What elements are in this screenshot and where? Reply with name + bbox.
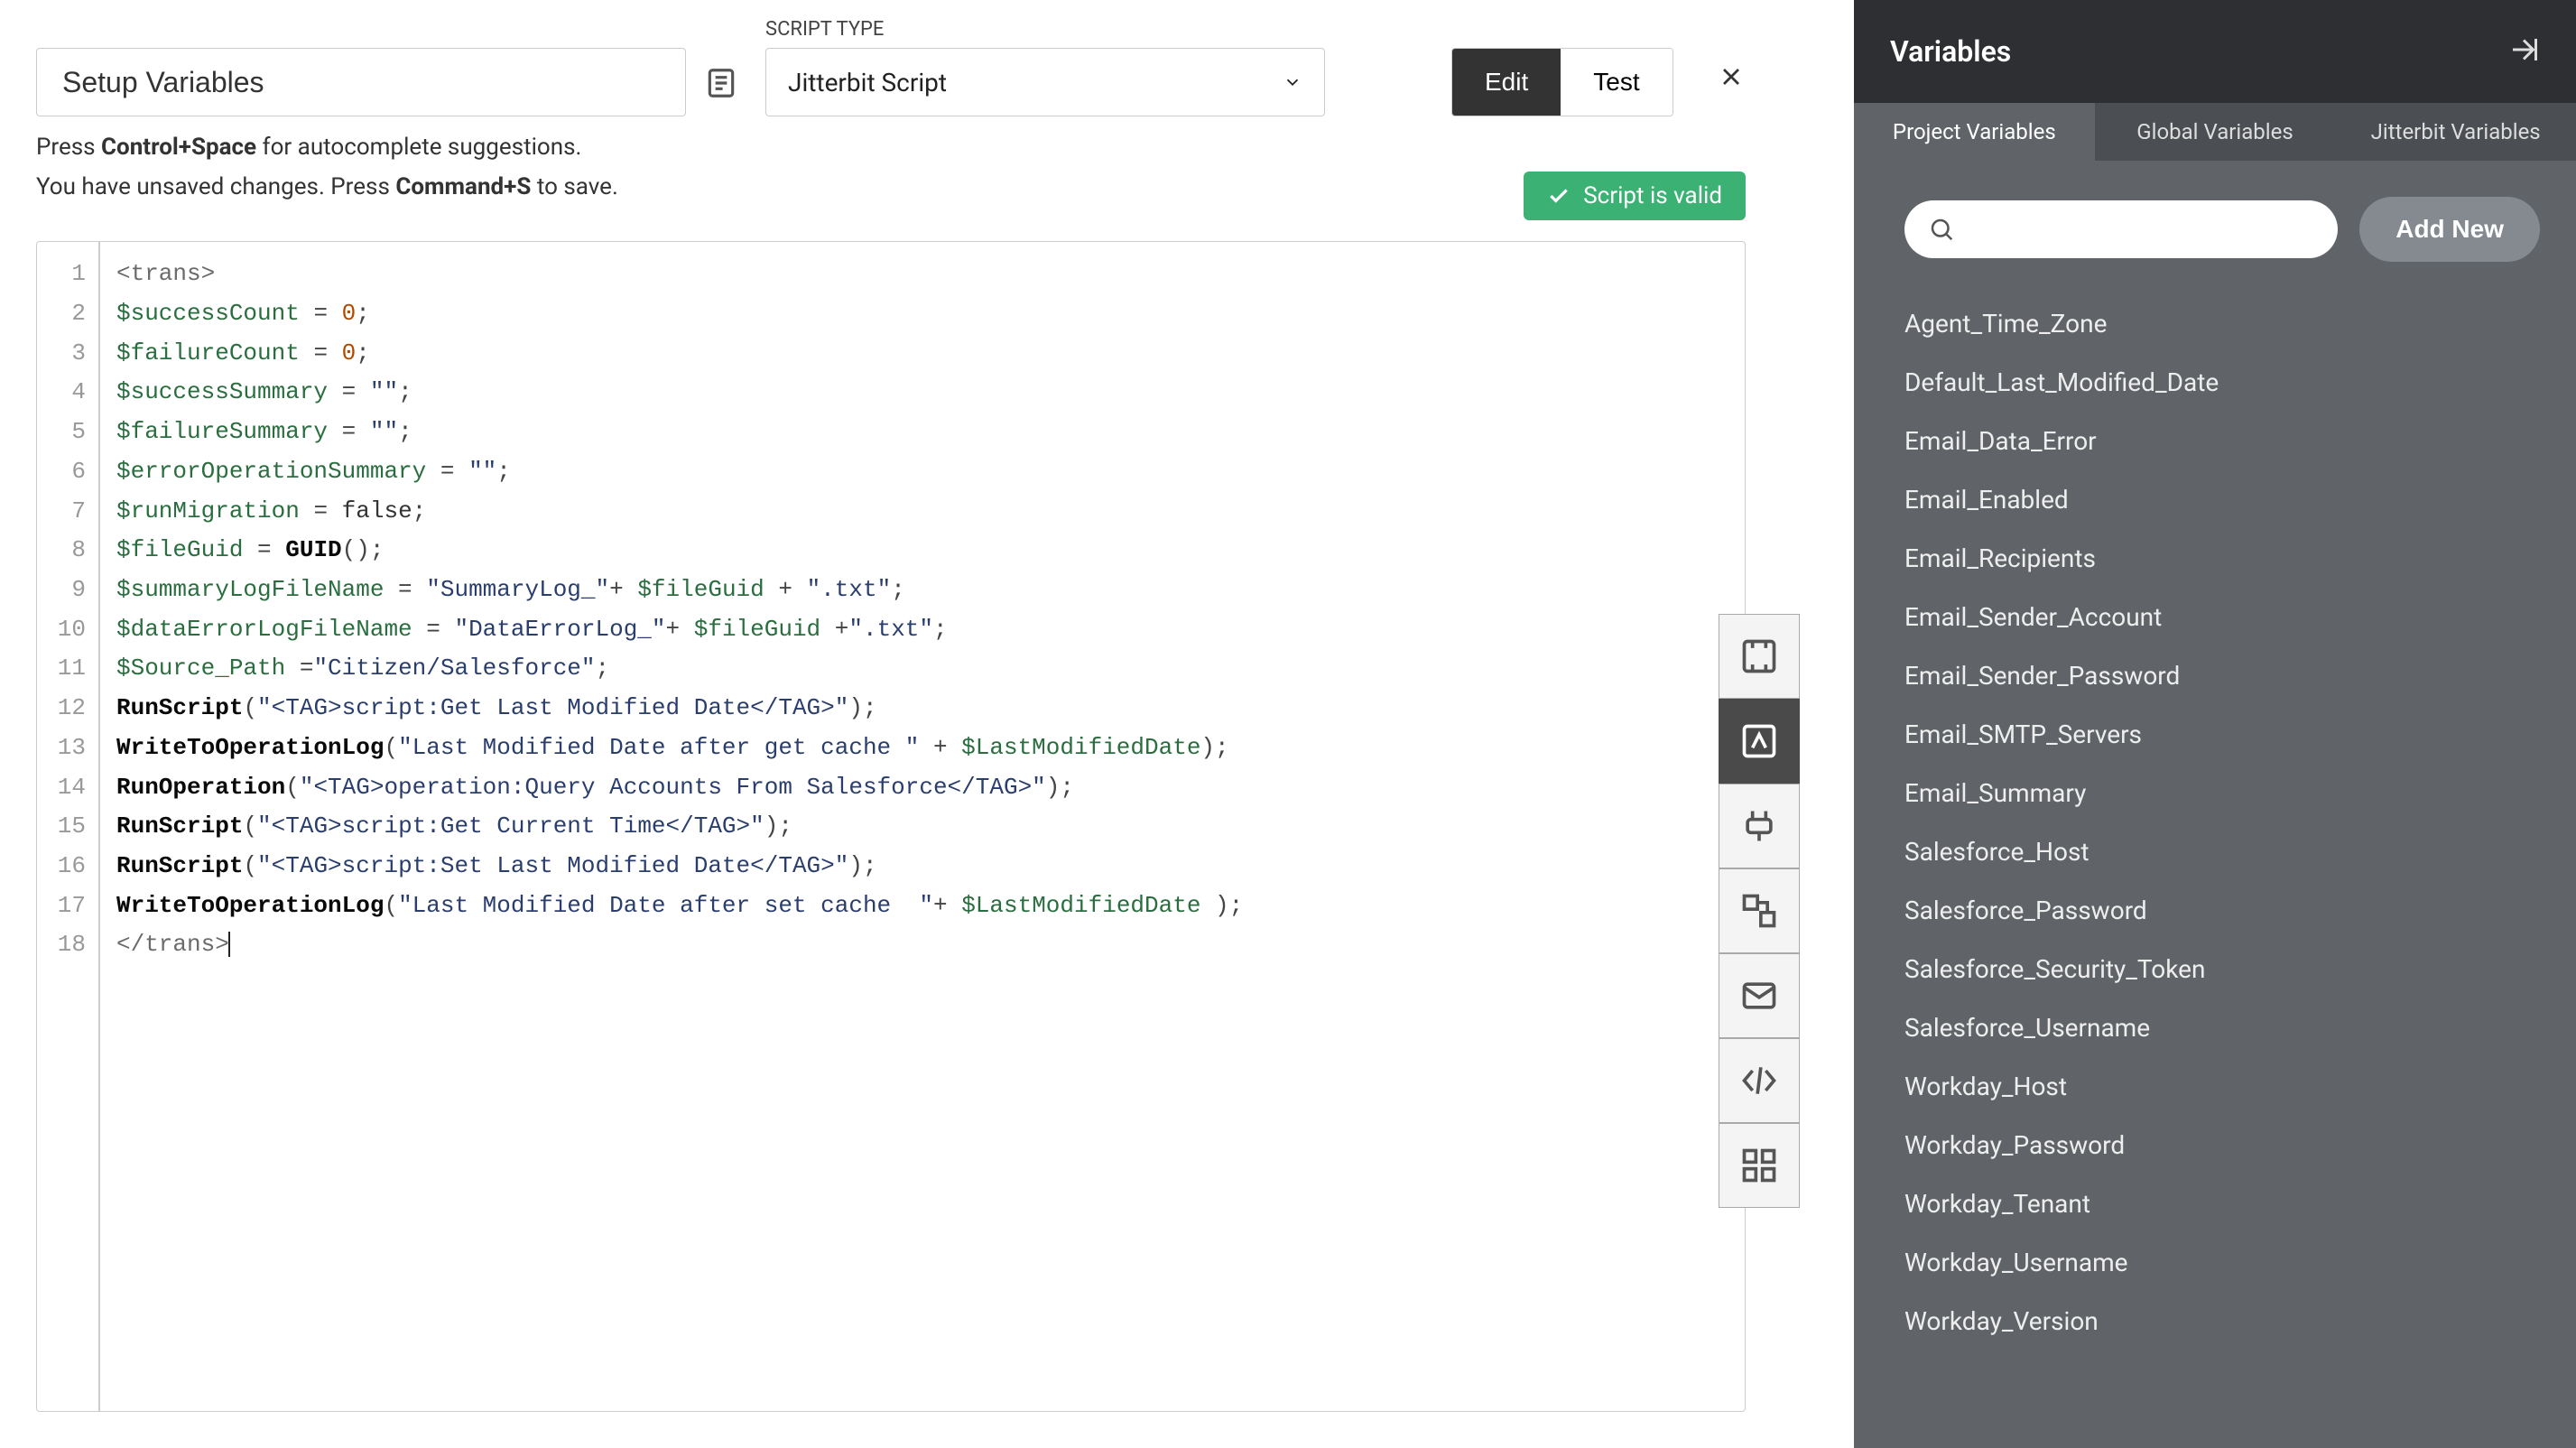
hint-text: You have unsaved changes. Press xyxy=(36,173,395,200)
edit-mode-button[interactable]: Edit xyxy=(1452,49,1561,116)
rail-operations[interactable] xyxy=(1719,868,1800,953)
rail-grid[interactable] xyxy=(1719,1123,1800,1208)
variable-item[interactable]: Workday_Password xyxy=(1904,1116,2540,1174)
operations-icon xyxy=(1739,891,1779,931)
variables-sidebar: Variables Project VariablesGlobal Variab… xyxy=(1854,0,2576,1448)
close-icon xyxy=(1717,62,1746,91)
variable-item[interactable]: Agent_Time_Zone xyxy=(1904,294,2540,353)
script-type-field: SCRIPT TYPE Jitterbit Script xyxy=(765,18,1325,116)
sidebar-body: Add New Agent_Time_ZoneDefault_Last_Modi… xyxy=(1854,161,2576,1369)
variable-item[interactable]: Workday_Version xyxy=(1904,1292,2540,1351)
notes-icon xyxy=(704,66,738,100)
hint-text: Press xyxy=(36,134,101,161)
fullscreen-icon xyxy=(1739,636,1779,676)
add-new-variable-button[interactable]: Add New xyxy=(2359,197,2540,262)
variable-item[interactable]: Workday_Tenant xyxy=(1904,1174,2540,1233)
tab-project-variables[interactable]: Project Variables xyxy=(1854,103,2095,161)
test-mode-button[interactable]: Test xyxy=(1561,49,1672,116)
mode-toggle: Edit Test xyxy=(1451,48,1673,116)
email-icon xyxy=(1739,976,1779,1016)
variable-item[interactable]: Workday_Username xyxy=(1904,1233,2540,1292)
variable-item[interactable]: Salesforce_Host xyxy=(1904,822,2540,881)
toolbar: SCRIPT TYPE Jitterbit Script Edit Test xyxy=(0,18,1854,116)
sidebar-controls: Add New xyxy=(1904,197,2540,262)
variable-item[interactable]: Email_Recipients xyxy=(1904,529,2540,588)
sidebar-tabs: Project VariablesGlobal VariablesJitterb… xyxy=(1854,103,2576,161)
main-panel: SCRIPT TYPE Jitterbit Script Edit Test P… xyxy=(0,0,1854,1448)
line-gutter: 123456789101112131415161718 xyxy=(37,242,100,1411)
variable-item[interactable]: Email_Sender_Account xyxy=(1904,588,2540,646)
tab-jitterbit-variables[interactable]: Jitterbit Variables xyxy=(2335,103,2576,161)
check-icon xyxy=(1547,184,1571,208)
chevron-down-icon xyxy=(1283,72,1302,92)
variable-item[interactable]: Email_Data_Error xyxy=(1904,412,2540,470)
variable-search-input[interactable] xyxy=(1966,217,2314,242)
rail-script[interactable] xyxy=(1719,1038,1800,1123)
script-type-select[interactable]: Jitterbit Script xyxy=(765,48,1325,116)
variable-item[interactable]: Email_Enabled xyxy=(1904,470,2540,529)
variable-item[interactable]: Salesforce_Username xyxy=(1904,998,2540,1057)
variable-item[interactable]: Salesforce_Password xyxy=(1904,881,2540,940)
code-content[interactable]: <trans>$successCount = 0;$failureCount =… xyxy=(100,242,1745,1411)
variable-list: Agent_Time_ZoneDefault_Last_Modified_Dat… xyxy=(1904,294,2540,1351)
hint-kbd: Command+S xyxy=(395,173,531,200)
sidebar-header: Variables xyxy=(1854,0,2576,103)
variable-item[interactable]: Default_Last_Modified_Date xyxy=(1904,353,2540,412)
hint-text: to save. xyxy=(531,173,617,200)
side-rail xyxy=(1719,614,1800,1208)
hint-autocomplete: Press Control+Space for autocomplete sug… xyxy=(36,127,1818,167)
variable-item[interactable]: Email_Sender_Password xyxy=(1904,646,2540,705)
script-type-label: SCRIPT TYPE xyxy=(765,18,1325,41)
variable-item[interactable]: Salesforce_Security_Token xyxy=(1904,940,2540,998)
variable-item[interactable]: Email_Summary xyxy=(1904,764,2540,822)
code-editor[interactable]: 123456789101112131415161718 <trans>$succ… xyxy=(36,241,1746,1412)
sidebar-title: Variables xyxy=(1890,34,2011,69)
variable-item[interactable]: Email_SMTP_Servers xyxy=(1904,705,2540,764)
rail-variable[interactable] xyxy=(1719,699,1800,784)
variable-icon xyxy=(1739,721,1779,761)
hint-text: for autocomplete suggestions. xyxy=(256,134,581,161)
close-button[interactable] xyxy=(1717,60,1746,100)
rail-fullscreen[interactable] xyxy=(1719,614,1800,699)
script-valid-badge: Script is valid xyxy=(1524,172,1746,220)
collapse-sidebar-button[interactable] xyxy=(2507,33,2540,70)
valid-badge-text: Script is valid xyxy=(1583,182,1722,209)
variable-search[interactable] xyxy=(1904,200,2338,258)
tab-global-variables[interactable]: Global Variables xyxy=(2095,103,2336,161)
script-icon xyxy=(1739,1061,1779,1100)
grid-icon xyxy=(1739,1146,1779,1185)
search-icon xyxy=(1928,216,1955,243)
hint-kbd: Control+Space xyxy=(101,134,256,161)
collapse-right-icon xyxy=(2507,33,2540,66)
rail-email[interactable] xyxy=(1719,953,1800,1038)
variable-item[interactable]: Workday_Host xyxy=(1904,1057,2540,1116)
script-type-value: Jitterbit Script xyxy=(788,68,947,97)
plugin-icon xyxy=(1739,806,1779,846)
script-title-input[interactable] xyxy=(36,48,686,116)
rail-plugin[interactable] xyxy=(1719,784,1800,868)
